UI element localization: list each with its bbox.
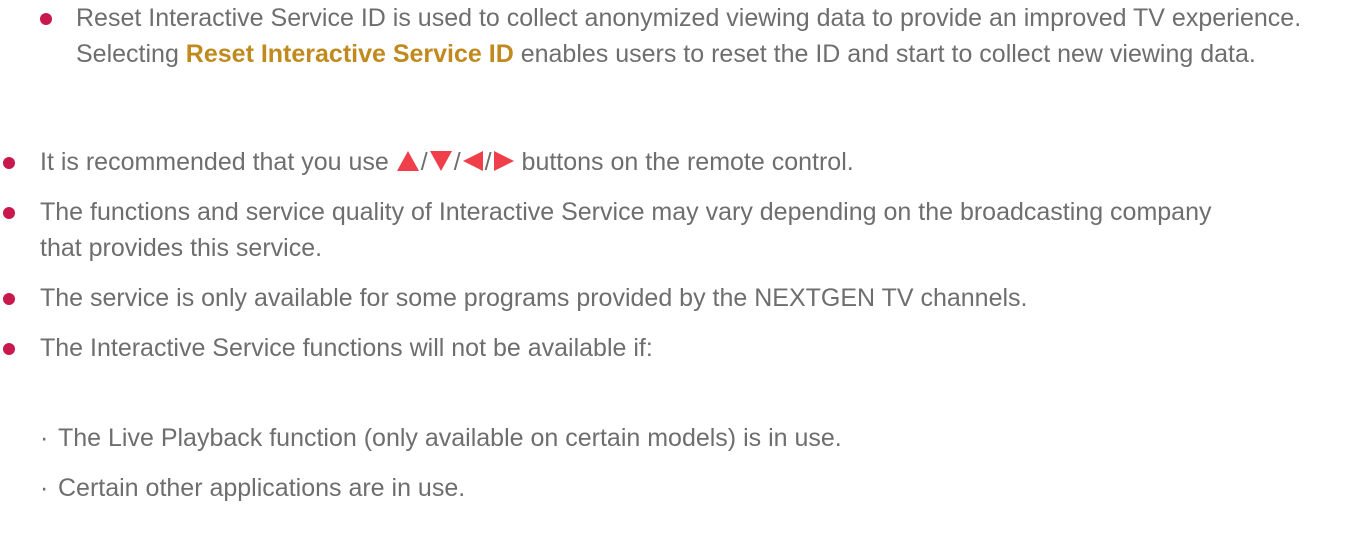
reset-id-note: Reset Interactive Service ID is used to … <box>40 0 1326 72</box>
condition-other-apps: · Certain other applications are in use. <box>40 474 466 502</box>
unavailable-conditions-note: The Interactive Service functions will n… <box>3 330 1340 366</box>
bullet-dot <box>3 343 15 355</box>
bullet-dot <box>40 13 52 25</box>
reset-id-highlight: Reset Interactive Service ID <box>185 40 514 68</box>
bullet-dot <box>3 157 15 169</box>
availability-note: The service is only available for some p… <box>3 280 1360 316</box>
right-arrow-icon <box>493 151 514 171</box>
remote-buttons-note: It is recommended that you use / / / butto… <box>3 144 1340 180</box>
reset-id-text: Reset Interactive Service ID is used to … <box>76 4 1302 68</box>
left-arrow-icon <box>462 151 483 171</box>
up-arrow-icon <box>396 151 419 171</box>
down-arrow-icon <box>429 151 452 171</box>
service-quality-note: The functions and service quality of Int… <box>3 194 1240 266</box>
condition-live-playback: · The Live Playback function (only availa… <box>40 424 842 452</box>
page: { "colors": {"bullet": "#c8194d", "highl… <box>0 0 1369 549</box>
bullet-dot <box>3 207 15 219</box>
bullet-dot <box>3 293 15 305</box>
